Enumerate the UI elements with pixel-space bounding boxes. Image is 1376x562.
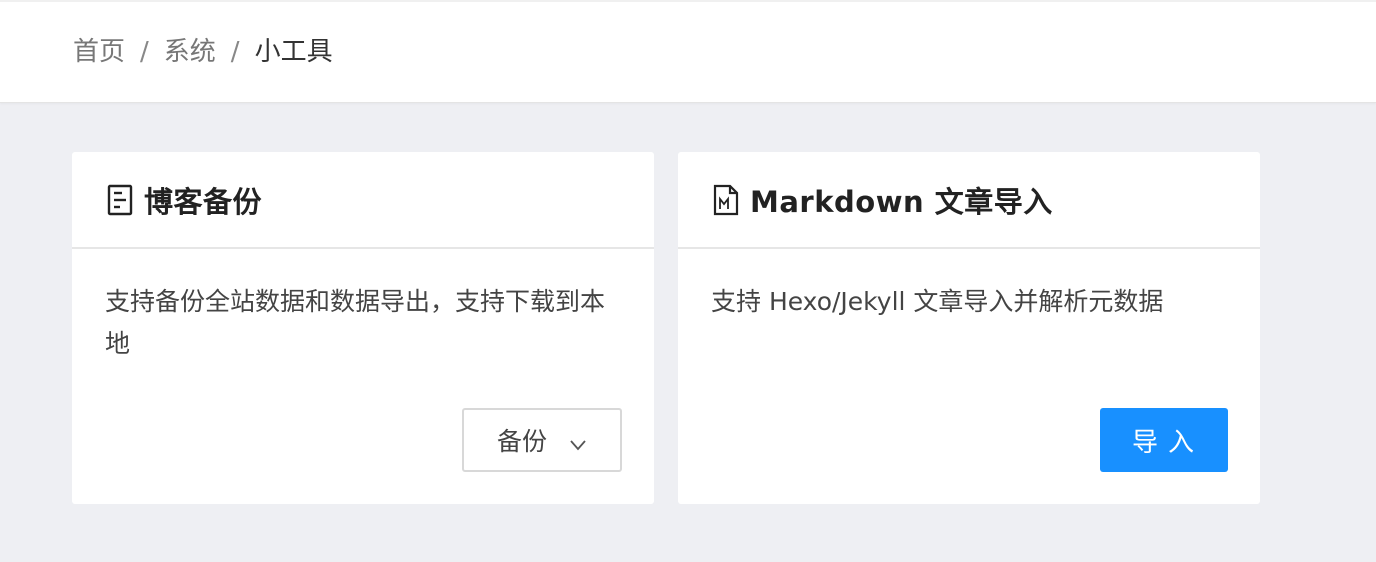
chevron-down-icon [569, 431, 587, 451]
card-title: 博客备份 [144, 184, 263, 219]
breadcrumb-tools: 小工具 [254, 37, 333, 67]
page-header: 首页 / 系统 / 小工具 [0, 0, 1376, 103]
card-header: 博客备份 [72, 152, 654, 249]
breadcrumb: 首页 / 系统 / 小工具 [73, 34, 333, 70]
import-button[interactable]: 导入 [1100, 408, 1228, 472]
document-lines-icon [106, 183, 134, 217]
card-description: 支持 Hexo/Jekyll 文章导入并解析元数据 [711, 287, 1164, 316]
backup-button-label: 备份 [496, 427, 547, 456]
blog-backup-card: 博客备份 支持备份全站数据和数据导出，支持下载到本地 备份 [72, 152, 654, 504]
markdown-import-card: Markdown 文章导入 支持 Hexo/Jekyll 文章导入并解析元数据 … [678, 152, 1260, 504]
card-header: Markdown 文章导入 [678, 152, 1260, 249]
card-description: 支持备份全站数据和数据导出，支持下载到本地 [105, 287, 606, 358]
card-title: Markdown 文章导入 [750, 184, 1053, 219]
breadcrumb-separator: / [140, 37, 149, 67]
markdown-file-icon [712, 183, 740, 217]
breadcrumb-separator: / [230, 37, 240, 67]
backup-dropdown-button[interactable]: 备份 [462, 408, 622, 472]
breadcrumb-system[interactable]: 系统 [164, 34, 216, 70]
breadcrumb-home[interactable]: 首页 [73, 34, 125, 70]
